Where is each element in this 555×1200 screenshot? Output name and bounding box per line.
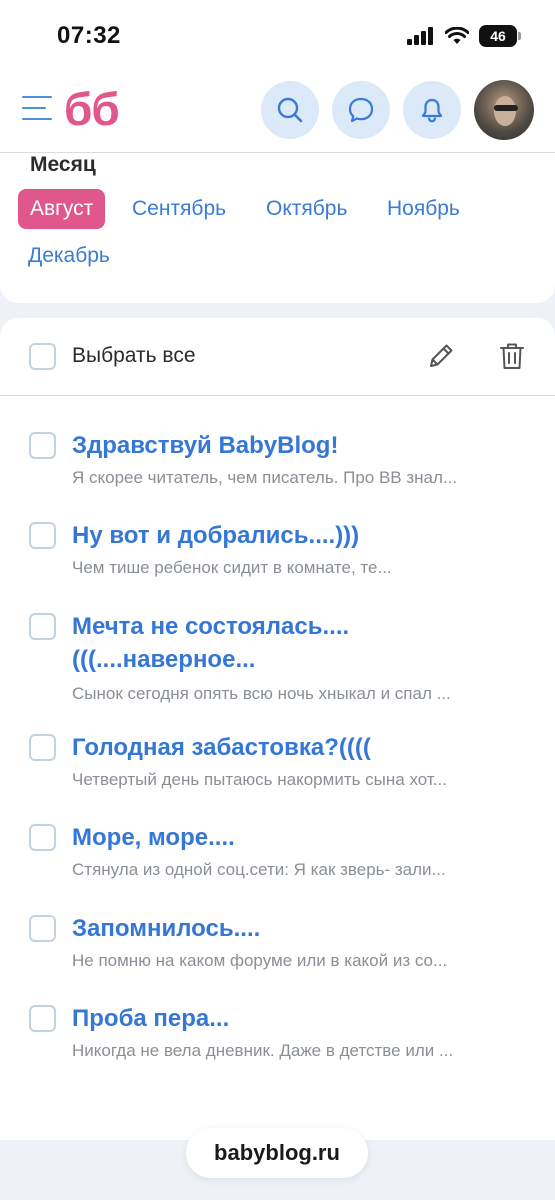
list-toolbar: Выбрать все — [0, 318, 555, 396]
month-november[interactable]: Ноябрь — [375, 189, 472, 229]
status-icons: 46 — [407, 24, 521, 48]
entry-title[interactable]: Здравствуй BabyBlog! — [72, 429, 532, 462]
entry-title[interactable]: Ну вот и добрались....))) — [72, 519, 532, 552]
month-december[interactable]: Декабрь — [16, 236, 122, 276]
select-all-checkbox[interactable] — [29, 343, 56, 370]
logo[interactable]: бб — [64, 82, 120, 136]
search-icon — [277, 97, 303, 123]
entry-excerpt: Стянула из одной соц.сети: Я как зверь- … — [72, 860, 446, 879]
avatar[interactable] — [474, 80, 534, 140]
entry-checkbox[interactable] — [29, 613, 56, 640]
status-bar: 07:32 46 — [0, 0, 555, 70]
entry-excerpt: Не помню на каком форуме или в какой из … — [72, 951, 448, 970]
entry-excerpt: Сынок сегодня опять всю ночь хныкал и сп… — [72, 684, 451, 703]
bell-icon — [421, 98, 443, 123]
pencil-icon[interactable] — [425, 340, 457, 372]
entry-checkbox[interactable] — [29, 1005, 56, 1032]
entries-list: Выбрать все Здравствуй BabyBlog! Я скоре… — [0, 318, 555, 1140]
entry-title[interactable]: Море, море.... — [72, 821, 532, 854]
messages-button[interactable] — [332, 81, 390, 139]
entry-excerpt: Никогда не вела дневник. Даже в детстве … — [72, 1041, 454, 1060]
month-september[interactable]: Сентябрь — [120, 189, 238, 229]
browser-url-bar[interactable]: babyblog.ru — [186, 1128, 368, 1178]
entry-title[interactable]: Запомнилось.... — [72, 912, 532, 945]
status-time: 07:32 — [57, 22, 121, 49]
entry-excerpt: Чем тише ребенок сидит в комнате, те... — [72, 558, 392, 577]
entry-title[interactable]: Проба пера... — [72, 1002, 532, 1035]
signal-icon — [407, 27, 433, 45]
notifications-button[interactable] — [403, 81, 461, 139]
entry-title[interactable]: Мечта не состоялась.... (((....наверное.… — [72, 610, 412, 676]
battery-level: 46 — [490, 28, 506, 44]
entry-checkbox[interactable] — [29, 432, 56, 459]
month-filter-title: Месяц — [30, 153, 96, 176]
entry-checkbox[interactable] — [29, 824, 56, 851]
entry-excerpt: Четвертый день пытаюсь накормить сына хо… — [72, 770, 447, 789]
browser-url: babyblog.ru — [214, 1140, 340, 1165]
month-filter: Месяц Август Сентябрь Октябрь Ноябрь Дек… — [0, 153, 555, 303]
chat-icon — [348, 97, 374, 123]
select-all-label[interactable]: Выбрать все — [72, 344, 196, 368]
trash-icon[interactable] — [496, 340, 528, 372]
entry-checkbox[interactable] — [29, 915, 56, 942]
entry-checkbox[interactable] — [29, 522, 56, 549]
search-button[interactable] — [261, 81, 319, 139]
app-header: бб — [0, 70, 555, 153]
entry-excerpt: Я скорее читатель, чем писатель. Про BB … — [72, 468, 458, 487]
month-august[interactable]: Август — [18, 189, 106, 229]
battery-icon: 46 — [479, 25, 521, 47]
entry-title[interactable]: Голодная забастовка?(((( — [72, 731, 532, 764]
entry-checkbox[interactable] — [29, 734, 56, 761]
month-october[interactable]: Октябрь — [254, 189, 359, 229]
menu-icon[interactable] — [22, 96, 52, 122]
wifi-icon — [445, 27, 469, 44]
